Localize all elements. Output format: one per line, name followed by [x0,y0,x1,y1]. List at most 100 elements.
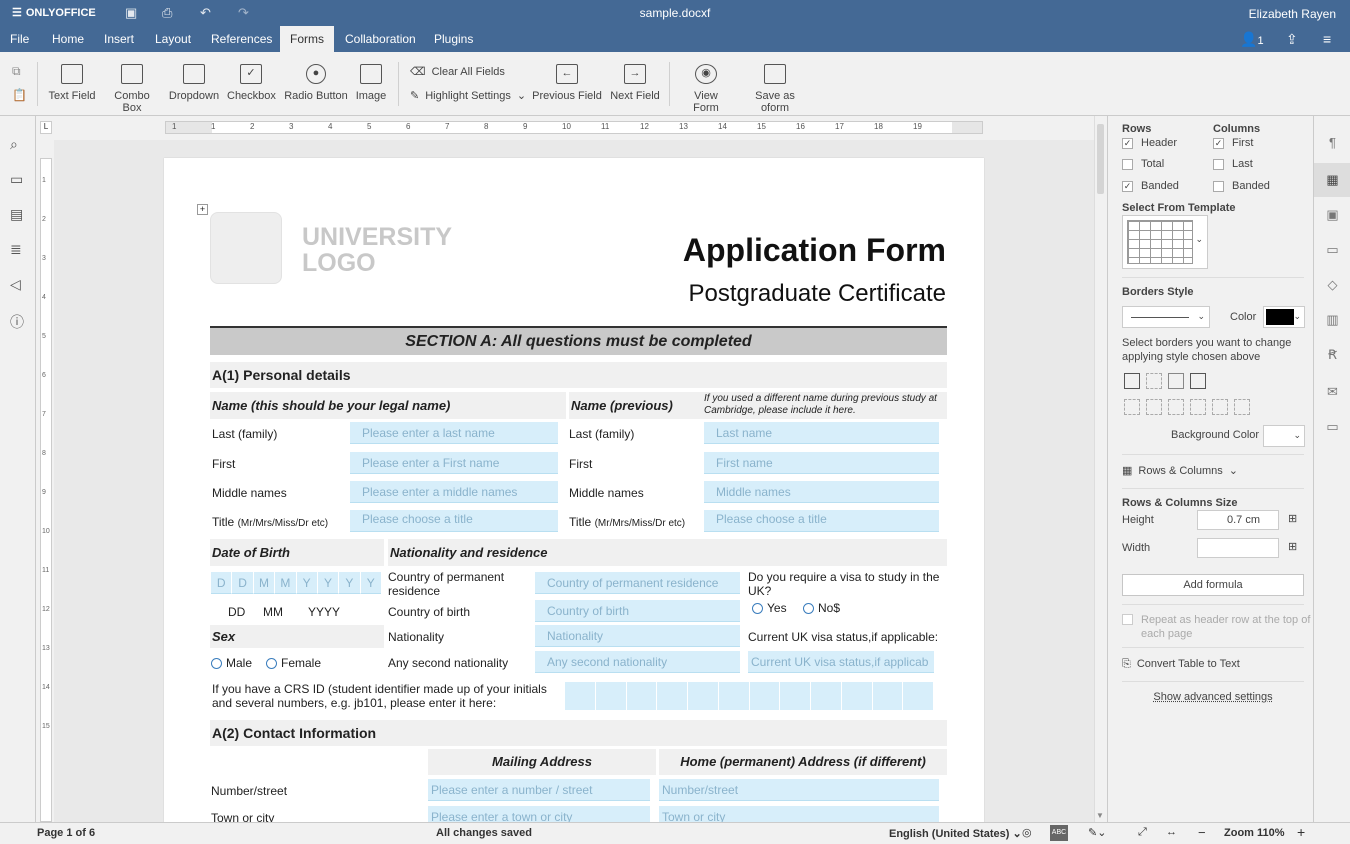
tab-forms[interactable]: Forms [280,26,334,52]
document-page[interactable]: + UNIVERSITY LOGO Application Form Postgr… [164,158,984,822]
paste-icon[interactable]: 📋 [12,88,27,102]
scroll-thumb[interactable] [1097,124,1104,194]
vertical-inner-border-icon[interactable] [1146,399,1162,415]
feedback-icon[interactable]: ◁ [10,276,21,293]
rows-columns-button[interactable]: ▦ Rows & Columns ⌄ [1122,464,1238,478]
tab-references[interactable]: References [201,26,282,52]
language-selector[interactable]: English (United States) ⌄ [889,827,1022,840]
last-name-prev-field[interactable]: Last name [704,422,939,444]
left-border-icon[interactable] [1124,399,1140,415]
image-button[interactable]: Image [354,64,388,102]
width-input[interactable] [1197,538,1279,558]
border-color-picker[interactable]: ⌄ [1263,306,1305,328]
cross-borders-icon[interactable] [1168,373,1184,389]
mail-merge-icon[interactable]: ✉ [1314,375,1350,409]
country-perm-field[interactable]: Country of permanent residence [535,572,740,594]
distribute-rows-icon[interactable]: ⊞ [1288,512,1297,525]
paragraph-settings-icon[interactable]: ¶ [1314,126,1350,160]
country-birth-field[interactable]: Country of birth [535,600,740,622]
users-icon[interactable]: 👤1 [1240,31,1264,48]
open-location-icon[interactable]: ⇪ [1286,31,1298,48]
tab-plugins[interactable]: Plugins [424,26,483,52]
user-name[interactable]: Elizabeth Rayen [1249,7,1336,21]
track-changes-icon[interactable]: ✎⌄ [1088,826,1106,839]
form-settings-icon[interactable]: ▭ [1314,410,1350,444]
border-style-dropdown[interactable]: ⌄ [1122,306,1210,328]
banded-rows-checkbox[interactable]: ✓ Banded [1122,180,1179,192]
horizontal-inner-border-icon[interactable] [1212,399,1228,415]
tab-file[interactable]: File [0,26,39,52]
header-footer-icon[interactable]: ▭ [1314,233,1350,267]
table-template-picker[interactable]: ⌄ [1122,215,1208,269]
visa-yes-radio[interactable]: Yes [752,601,787,615]
total-row-checkbox[interactable]: Total [1122,158,1164,170]
table-settings-icon[interactable]: ▦ [1314,163,1350,197]
header-row-checkbox[interactable]: ✓ Header [1122,137,1177,149]
visa-no-radio[interactable]: No$ [803,601,840,615]
second-nationality-field[interactable]: Any second nationality [535,651,740,673]
table-move-icon[interactable]: + [197,204,208,215]
page-indicator[interactable]: Page 1 of 6 [37,827,95,839]
copy-icon[interactable]: ⧉ [12,64,21,79]
top-border-icon[interactable] [1190,399,1206,415]
tab-collaboration[interactable]: Collaboration [335,26,426,52]
shape-settings-icon[interactable]: ◇ [1314,268,1350,302]
zoom-in-icon[interactable]: + [1297,824,1305,840]
scroll-down-icon[interactable]: ▼ [1096,811,1104,820]
horizontal-ruler[interactable]: 1 1 2 3 4 5 6 7 8 9 10 11 12 13 14 15 16 17 18 19 [165,121,983,134]
first-name-field[interactable]: Please enter a First name [350,452,558,474]
about-icon[interactable]: ⓘ [10,312,24,332]
dropdown-button[interactable]: Dropdown [168,64,220,102]
visa-status-field[interactable]: Current UK visa status,if applicab [748,651,934,673]
home-number-street-field[interactable]: Number/street [659,779,939,801]
logo-placeholder[interactable] [210,212,282,284]
tab-home[interactable]: Home [42,26,94,52]
crs-id-field[interactable] [565,682,933,710]
text-art-icon[interactable]: Ꞧ [1314,338,1350,372]
last-name-field[interactable]: Please enter a last name [350,422,558,444]
all-borders-icon[interactable] [1124,373,1140,389]
checkbox-button[interactable]: ✓ Checkbox [227,64,276,102]
radio-button-button[interactable]: ● Radio Button [284,64,348,102]
town-field[interactable]: Please enter a town or city [428,806,650,822]
title-prev-dropdown[interactable]: Please choose a title [704,510,939,532]
view-form-button[interactable]: ◉ View Form [680,64,732,114]
search-icon[interactable]: ⌕ [10,136,18,153]
fit-width-icon[interactable]: ↔ [1166,826,1177,838]
comments-icon[interactable]: ▭ [10,171,23,188]
middle-names-field[interactable]: Please enter a middle names [350,481,558,503]
convert-table-button[interactable]: ⎘ Convert Table to Text [1122,658,1240,671]
home-town-field[interactable]: Town or city [659,806,939,822]
middle-names-prev-field[interactable]: Middle names [704,481,939,503]
clear-all-fields-button[interactable]: ⌫ Clear All Fields [410,65,505,79]
tab-insert[interactable]: Insert [94,26,144,52]
chart-settings-icon[interactable]: ▥ [1314,303,1350,337]
show-advanced-settings-link[interactable]: Show advanced settings [1122,691,1304,703]
text-field-button[interactable]: Text Field [48,64,96,102]
bottom-border-icon[interactable] [1234,399,1250,415]
tab-stop-icon[interactable]: L [40,121,52,134]
distribute-columns-icon[interactable]: ⊞ [1288,540,1297,553]
hamburger-menu-icon[interactable]: ≡ [1323,31,1331,47]
fit-page-icon[interactable]: ⤢ [1138,826,1147,839]
doc-language-icon[interactable]: ◎ [1022,826,1032,839]
navigation-icon[interactable]: ≣ [10,241,22,258]
first-name-prev-field[interactable]: First name [704,452,939,474]
right-border-icon[interactable] [1168,399,1184,415]
dob-field[interactable]: D D M M Y Y Y Y [211,572,381,594]
nationality-field[interactable]: Nationality [535,625,740,647]
number-street-field[interactable]: Please enter a number / street [428,779,650,801]
highlight-settings-button[interactable]: ✎ Highlight Settings ⌄ [410,89,526,103]
chat-icon[interactable]: ▤ [10,206,23,223]
spellcheck-icon[interactable]: ABC [1050,825,1068,841]
image-settings-icon[interactable]: ▣ [1314,198,1350,232]
add-formula-button[interactable]: Add formula [1122,574,1304,596]
combo-box-button[interactable]: Combo Box [104,64,160,114]
previous-field-button[interactable]: ← Previous Field [532,64,602,102]
sex-male-radio[interactable]: Male [211,656,252,670]
title-dropdown[interactable]: Please choose a title [350,510,558,532]
last-column-checkbox[interactable]: Last [1213,158,1253,170]
sex-female-radio[interactable]: Female [266,656,321,670]
zoom-out-icon[interactable]: − [1198,825,1206,840]
banded-columns-checkbox[interactable]: Banded [1213,180,1270,192]
